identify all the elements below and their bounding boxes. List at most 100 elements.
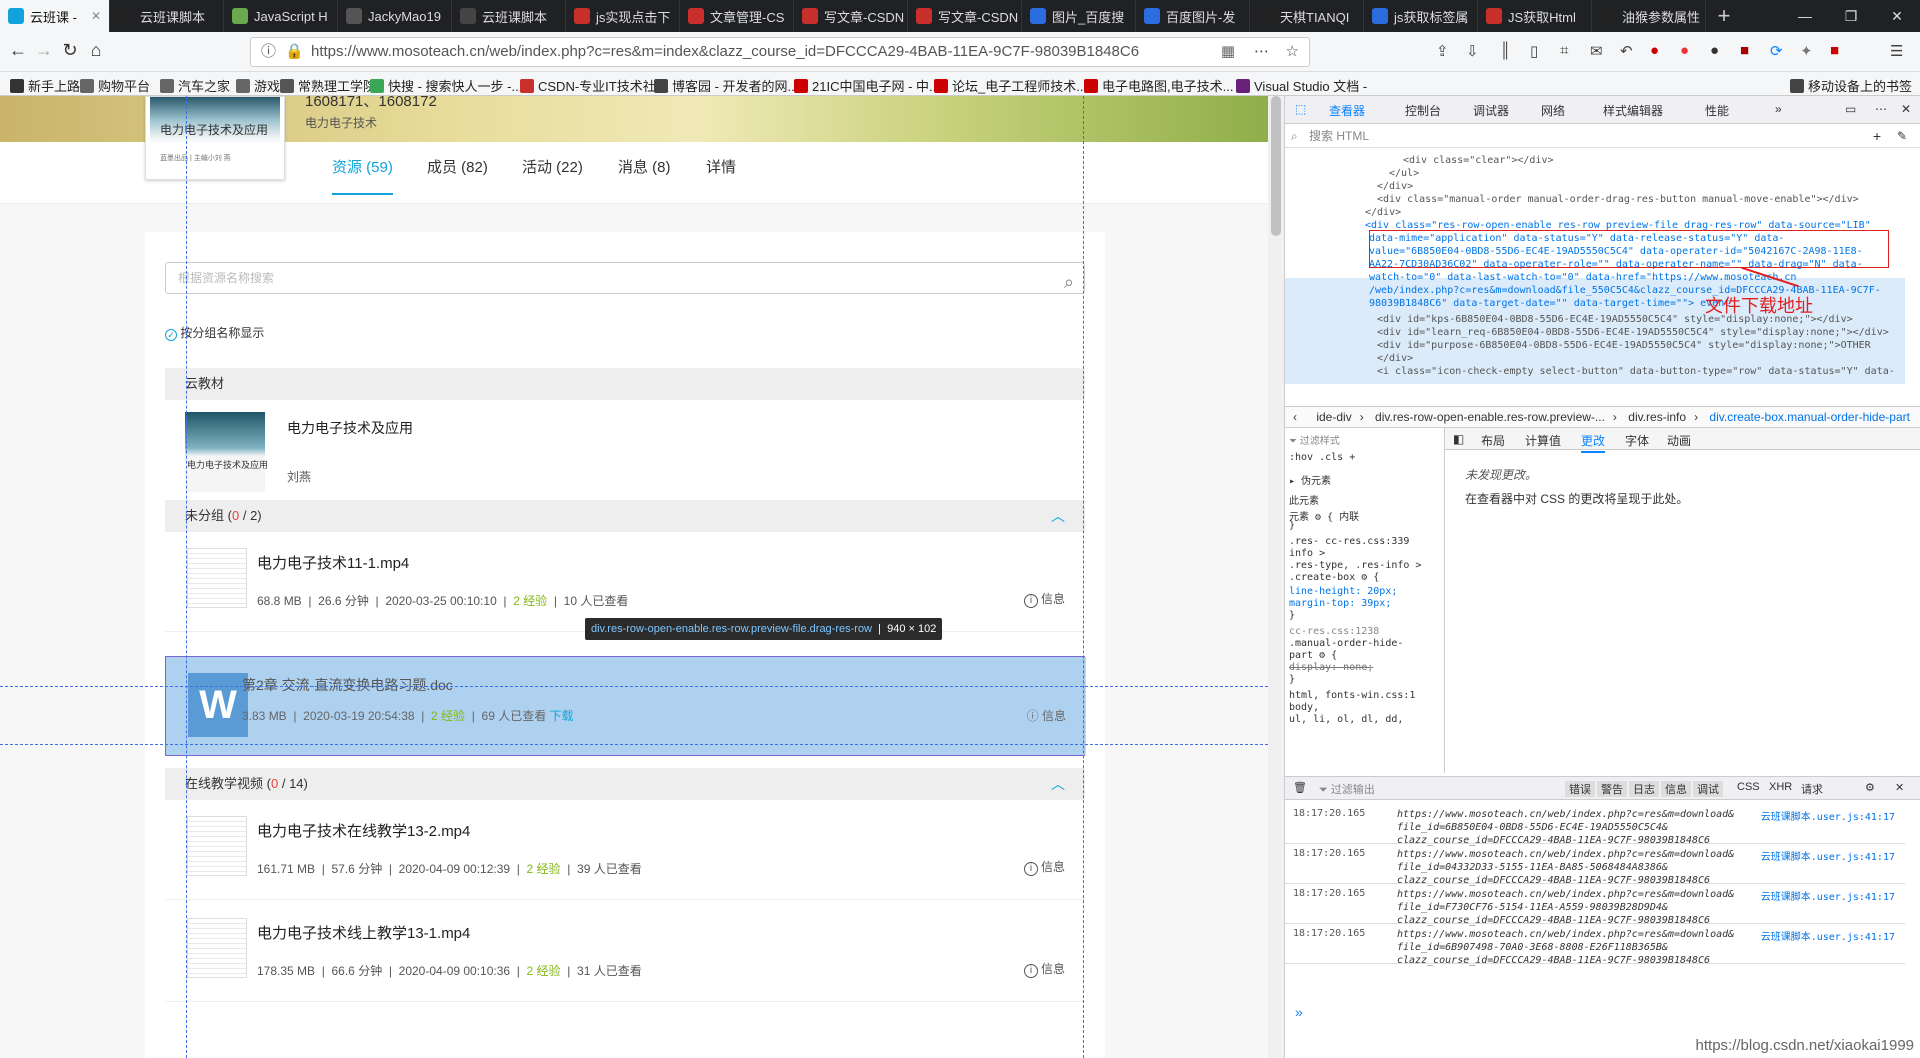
- breadcrumb-item[interactable]: ide-div: [1316, 410, 1351, 424]
- filter-warnings[interactable]: 警告: [1597, 781, 1627, 797]
- scrollbar-thumb[interactable]: [1271, 96, 1281, 236]
- tab-performance[interactable]: 性能: [1705, 102, 1729, 119]
- rules-line[interactable]: ▸ 伪元素: [1289, 472, 1331, 487]
- html-line[interactable]: </div>: [1365, 206, 1401, 219]
- breadcrumb-item[interactable]: div.res-info: [1628, 410, 1686, 424]
- html-line[interactable]: </ul>: [1389, 167, 1419, 180]
- breadcrumb-item[interactable]: div.res-row-open-enable.res-row.preview-…: [1375, 410, 1605, 424]
- library-icon[interactable]: ║: [1500, 42, 1511, 59]
- html-line[interactable]: <div class="manual-order manual-order-dr…: [1377, 193, 1859, 206]
- close-tab-icon[interactable]: ✕: [91, 9, 101, 23]
- browser-tab[interactable]: 写文章-CSDN: [794, 0, 908, 32]
- tab-network[interactable]: 网络: [1541, 102, 1565, 119]
- html-line[interactable]: 98039B1848C6" data-target-date="" data-t…: [1369, 297, 1730, 310]
- bookmark-item[interactable]: 常熟理工学院: [280, 76, 376, 95]
- page-scrollbar[interactable]: [1268, 96, 1284, 1058]
- add-node-icon[interactable]: +: [1873, 124, 1881, 148]
- filter-errors[interactable]: 错误: [1565, 781, 1595, 797]
- course-cover-card[interactable]: 电力电子技术及应用 蓝墨出品 | 主编小刘 燕: [145, 96, 285, 180]
- breadcrumb-item[interactable]: div.create-box.manual-order-hide-part: [1709, 410, 1910, 424]
- resource-row[interactable]: 电力电子技术在线教学13-2.mp4 161.71 MB | 57.6 分钟 |…: [165, 800, 1085, 900]
- browser-tab[interactable]: 云班课脚本: [452, 0, 566, 32]
- rules-line[interactable]: line-height: 20px;: [1289, 586, 1397, 597]
- url-bar[interactable]: ⓘ 🔒 https://www.mosoteach.cn/web/index.p…: [250, 37, 1310, 67]
- resource-title[interactable]: 电力电子技术线上教学13-1.mp4: [257, 922, 470, 943]
- share-icon[interactable]: ⇪: [1436, 42, 1449, 60]
- filter-css[interactable]: CSS: [1737, 781, 1760, 793]
- devtools-menu-icon[interactable]: ⋯: [1875, 102, 1887, 116]
- filter-xhr[interactable]: XHR: [1769, 781, 1792, 793]
- download-link[interactable]: 下载: [550, 709, 574, 723]
- bookmark-item[interactable]: 快搜 - 搜索快人一步 -...: [370, 76, 522, 95]
- close-console-icon[interactable]: ✕: [1895, 781, 1904, 794]
- browser-tab[interactable]: js实现点击下: [566, 0, 680, 32]
- more-icon[interactable]: ⋯: [1254, 38, 1269, 66]
- resource-row[interactable]: 电力电子技术线上教学13-1.mp4 178.35 MB | 66.6 分钟 |…: [165, 902, 1085, 1002]
- tab-members[interactable]: 成员 (82): [427, 156, 488, 177]
- html-line[interactable]: <div id="purpose-6B850E04-0BD8-55D6-EC4E…: [1377, 339, 1871, 352]
- tab-debugger[interactable]: 调试器: [1473, 102, 1509, 119]
- console-filter[interactable]: ⏷ 过滤输出: [1319, 781, 1375, 797]
- console-prompt[interactable]: »: [1295, 1004, 1303, 1020]
- browser-tab[interactable]: 文章管理-CS: [680, 0, 794, 32]
- more-tabs-icon[interactable]: »: [1775, 102, 1782, 116]
- trash-icon[interactable]: 🗑: [1293, 781, 1307, 794]
- browser-tab[interactable]: js获取标签属: [1364, 0, 1478, 32]
- resource-info-button[interactable]: ⓘ 信息: [1027, 707, 1066, 724]
- sidebar-icon[interactable]: ▯: [1530, 42, 1538, 60]
- browser-tab[interactable]: 油猴参数属性: [1592, 0, 1706, 32]
- bookmark-item[interactable]: Visual Studio 文档 -: [1236, 76, 1367, 95]
- html-line[interactable]: <div id="learn_req-6B850E04-0BD8-55D6-EC…: [1377, 326, 1889, 339]
- tampermonkey-icon[interactable]: ■: [1740, 42, 1749, 59]
- close-window-icon[interactable]: ✕: [1874, 0, 1920, 32]
- puzzle-icon[interactable]: ✦: [1800, 42, 1813, 60]
- resource-info-button[interactable]: i 信息: [1023, 590, 1065, 608]
- tab-layout[interactable]: 布局: [1481, 432, 1505, 449]
- tab-computed[interactable]: 计算值: [1525, 432, 1561, 449]
- tab-style-editor[interactable]: 样式编辑器: [1603, 102, 1663, 119]
- console-log-entry[interactable]: 18:17:20.165 https://www.mosoteach.cn/we…: [1285, 804, 1905, 846]
- close-devtools-icon[interactable]: ✕: [1901, 102, 1911, 116]
- search-input[interactable]: 根据资源名称搜索 ⌕: [165, 262, 1085, 294]
- notification-icon[interactable]: ■: [1830, 42, 1839, 59]
- html-search-input[interactable]: ⌕ 搜索 HTML + ✎: [1285, 124, 1920, 148]
- browser-tab[interactable]: 写文章-CSDN: [908, 0, 1022, 32]
- tab-resources[interactable]: 资源 (59): [332, 156, 393, 195]
- resource-title[interactable]: 电力电子技术11-1.mp4: [257, 552, 409, 573]
- bookmark-item[interactable]: 电子电路图,电子技术...: [1084, 76, 1233, 95]
- bookmark-item[interactable]: 博客园 - 开发者的网...: [654, 76, 798, 95]
- tab-inspector[interactable]: 查看器: [1329, 102, 1365, 119]
- bookmark-item[interactable]: 21IC中国电子网 - 中...: [794, 76, 940, 95]
- group-by-toggle[interactable]: ✓ 按分组名称显示: [165, 324, 264, 341]
- tab-details[interactable]: 详情: [706, 156, 736, 177]
- qr-icon[interactable]: ▦: [1221, 38, 1235, 66]
- dock-icon[interactable]: ▭: [1845, 102, 1856, 116]
- html-line[interactable]: <div class="clear"></div>: [1403, 154, 1554, 167]
- browser-tab[interactable]: 天棋TIANQI: [1250, 0, 1364, 32]
- eyedropper-icon[interactable]: ✎: [1897, 124, 1907, 148]
- chat-icon[interactable]: ✉: [1590, 42, 1603, 60]
- browser-tab[interactable]: 云班课 - ✕: [0, 0, 110, 32]
- html-line[interactable]: <i class="icon-check-empty select-button…: [1377, 365, 1895, 378]
- chevron-left-icon[interactable]: ‹: [1293, 410, 1297, 424]
- download-icon[interactable]: ⇩: [1466, 42, 1479, 60]
- bookmark-item[interactable]: CSDN-专业IT技术社区: [520, 76, 669, 95]
- resource-title[interactable]: 第2章 交流-直流变换电路习题.doc: [242, 675, 453, 695]
- group-header-online-video[interactable]: 在线教学视频 (0 / 14) ︿: [165, 768, 1085, 800]
- browser-tab[interactable]: JavaScript H: [224, 0, 338, 32]
- bookmark-item[interactable]: 新手上路: [10, 76, 80, 95]
- crop-icon[interactable]: ⌗: [1560, 42, 1568, 59]
- location-icon[interactable]: ●: [1680, 42, 1689, 59]
- bookmark-item[interactable]: 汽车之家: [160, 76, 230, 95]
- textbook-title[interactable]: 电力电子技术及应用: [287, 418, 413, 438]
- resource-row[interactable]: 电力电子技术11-1.mp4 68.8 MB | 26.6 分钟 | 2020-…: [165, 532, 1085, 632]
- bookmark-item[interactable]: 购物平台: [80, 76, 150, 95]
- bookmark-item[interactable]: 移动设备上的书签: [1789, 76, 1912, 95]
- menu-icon[interactable]: ☰: [1890, 42, 1903, 60]
- minimize-icon[interactable]: —: [1782, 0, 1828, 32]
- console-log-entry[interactable]: 18:17:20.165 https://www.mosoteach.cn/we…: [1285, 924, 1905, 966]
- home-icon[interactable]: ⌂: [84, 40, 108, 61]
- textbook-cover[interactable]: 电力电子技术及应用: [185, 412, 268, 492]
- browser-tab[interactable]: JackyMao19: [338, 0, 452, 32]
- tab-changes[interactable]: 更改: [1581, 432, 1606, 453]
